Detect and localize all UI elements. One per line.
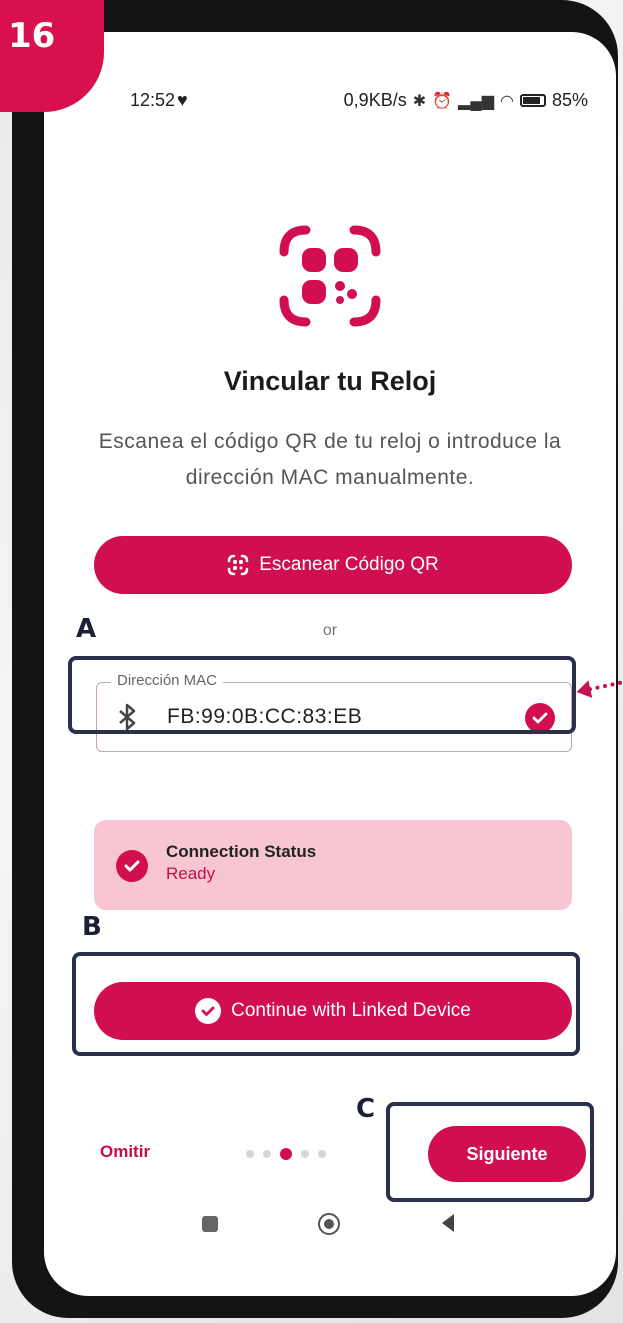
back-icon[interactable] — [442, 1214, 454, 1232]
page-dot — [246, 1150, 254, 1158]
page-title: Vincular tu Reloj — [223, 366, 437, 396]
scan-qr-label: Escanear Código QR — [259, 554, 439, 575]
battery-icon — [519, 94, 546, 107]
or-divider: or — [322, 622, 338, 639]
annotation-label-b: B — [82, 912, 102, 942]
status-time: 12:52 — [130, 90, 176, 110]
page-dot — [301, 1150, 309, 1158]
annotation-box-b — [72, 952, 580, 1056]
page-subtitle: Escanea el código QR de tu reloj o intro… — [98, 430, 562, 489]
qr-scan-icon — [279, 225, 381, 327]
scan-qr-button[interactable]: Escanear Código QR — [94, 536, 572, 594]
status-time-group: 12:52 ♥ — [130, 90, 188, 111]
connection-status-card: Connection Status Ready — [94, 820, 572, 910]
page-dot — [263, 1150, 271, 1158]
qr-scan-small-icon — [227, 554, 249, 576]
signal-icon: ▂▄▆ — [458, 92, 494, 110]
annotation-label-c: C — [356, 1094, 376, 1124]
home-icon[interactable] — [318, 1213, 340, 1235]
network-speed: 0,9KB/s — [343, 90, 407, 110]
alarm-icon: ⏰ — [432, 92, 453, 110]
status-icons: 0,9KB/s ✱ ⏰ ▂▄▆ ◠ 85% — [344, 90, 588, 111]
annotation-label-a: A — [76, 614, 97, 644]
annotation-box-c — [386, 1102, 594, 1202]
page-indicator — [246, 1148, 326, 1160]
status-bar: 12:52 ♥ 0,9KB/s ✱ ⏰ ▂▄▆ ◠ 85% — [44, 90, 616, 114]
wifi-icon: ◠ — [500, 92, 514, 110]
bluetooth-icon: ✱ — [412, 92, 427, 110]
system-nav-bar — [44, 1204, 616, 1244]
connection-status-title: Connection Status — [166, 842, 317, 861]
status-check-icon — [116, 850, 148, 882]
annotation-box-a — [68, 656, 576, 734]
page-dot-active — [280, 1148, 292, 1160]
battery-level: 85% — [551, 90, 588, 110]
skip-button[interactable]: Omitir — [100, 1142, 150, 1162]
recents-icon[interactable] — [202, 1216, 218, 1232]
page-dot — [318, 1150, 326, 1158]
connection-status-value: Ready — [166, 864, 216, 883]
heart-icon: ♥ — [177, 90, 188, 110]
